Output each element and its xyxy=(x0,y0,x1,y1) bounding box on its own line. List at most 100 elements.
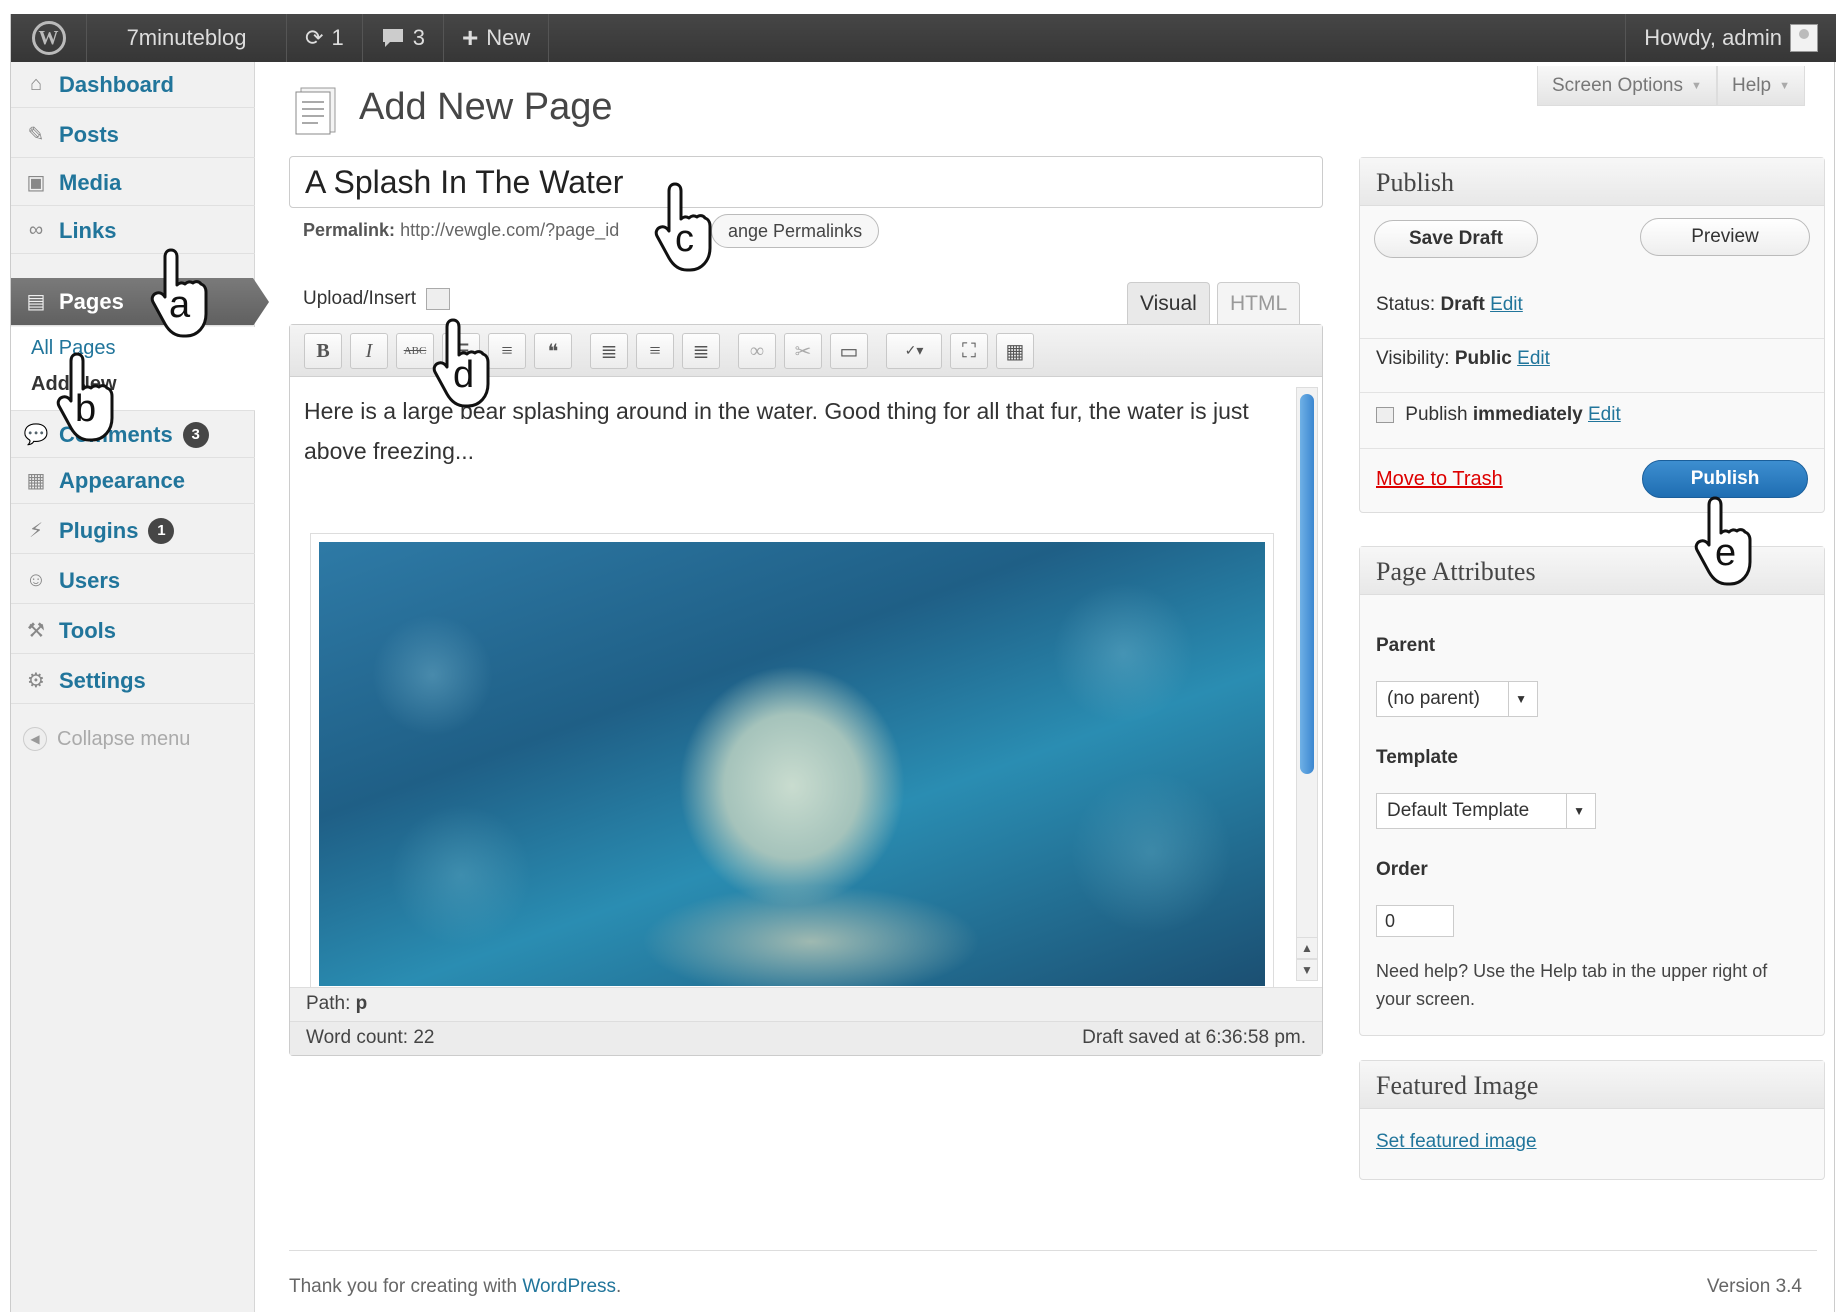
sidebar-item-label: Links xyxy=(59,217,117,243)
updates-menu[interactable]: ⟳ 1 xyxy=(287,14,363,62)
upload-insert[interactable]: Upload/Insert xyxy=(303,288,451,310)
insert-more-button[interactable]: ▭ xyxy=(830,333,868,369)
scroll-down-arrow-icon[interactable]: ▼ xyxy=(1296,959,1318,981)
sidebar-item-settings[interactable]: ⚙ Settings xyxy=(11,658,255,704)
editor-scrollbar[interactable] xyxy=(1296,387,1318,963)
align-right-button[interactable]: ≣ xyxy=(682,333,720,369)
site-name-menu[interactable]: 7minuteblog xyxy=(87,14,287,62)
spellcheck-icon: ✓▾ xyxy=(904,343,924,359)
page-document-icon xyxy=(295,87,336,135)
permalink-row: Permalink: http://vewgle.com/?page_id xyxy=(303,220,619,241)
schedule-row: Publish immediately Edit xyxy=(1376,404,1621,426)
footer-suffix: . xyxy=(616,1276,622,1297)
avatar xyxy=(1790,24,1818,52)
sidebar-item-pages[interactable]: ▤ Pages xyxy=(11,278,269,326)
change-permalinks-button[interactable]: ange Permalinks xyxy=(711,214,880,248)
collapse-menu[interactable]: ◀ Collapse menu xyxy=(23,727,190,751)
callout-label: c xyxy=(675,218,694,260)
parent-select[interactable]: (no parent) ▼ xyxy=(1376,681,1538,717)
sidebar-item-appearance[interactable]: ▦ Appearance xyxy=(11,458,255,504)
template-select[interactable]: Default Template ▼ xyxy=(1376,793,1596,829)
tab-html[interactable]: HTML xyxy=(1217,282,1301,324)
callout-label: b xyxy=(75,388,97,430)
screen-options-label: Screen Options xyxy=(1552,74,1683,96)
insert-link-button[interactable]: ∞ xyxy=(738,333,776,369)
permalink-label: Permalink: xyxy=(303,220,396,240)
unlink-button[interactable]: ✂ xyxy=(784,333,822,369)
bold-button[interactable]: B xyxy=(304,333,342,369)
schedule-edit-link[interactable]: Edit xyxy=(1588,404,1621,425)
parent-select-value: (no parent) xyxy=(1387,688,1480,709)
order-label: Order xyxy=(1376,859,1428,880)
set-featured-image-link[interactable]: Set featured image xyxy=(1376,1131,1537,1153)
fullscreen-icon: ⛶ xyxy=(962,339,976,362)
word-count: Word count: 22 xyxy=(306,1027,435,1048)
sidebar-item-label: Media xyxy=(59,169,122,195)
spellcheck-button[interactable]: ✓▾ xyxy=(886,333,942,369)
sidebar-item-label: Dashboard xyxy=(59,71,174,97)
sidebar-item-users[interactable]: ☺ Users xyxy=(11,558,255,604)
scroll-up-arrow-icon[interactable]: ▲ xyxy=(1296,937,1318,959)
publish-value: immediately xyxy=(1472,404,1583,425)
sidebar-item-tools[interactable]: ⚒ Tools xyxy=(11,608,255,654)
scrollbar-thumb[interactable] xyxy=(1300,394,1314,774)
preview-button[interactable]: Preview xyxy=(1640,218,1810,256)
sidebar-item-comments[interactable]: 💬 Comments 3 xyxy=(11,412,255,458)
pin-icon: ✎ xyxy=(27,124,45,146)
comments-menu[interactable]: 3 xyxy=(363,14,444,62)
fullscreen-button[interactable]: ⛶ xyxy=(950,333,988,369)
new-content-menu[interactable]: + New xyxy=(444,14,550,62)
sidebar-item-label: Posts xyxy=(59,121,119,147)
move-to-trash-link[interactable]: Move to Trash xyxy=(1376,468,1503,491)
sidebar-item-dashboard[interactable]: ⌂ Dashboard xyxy=(11,62,255,108)
callout-label: e xyxy=(1715,532,1737,574)
align-right-icon: ≣ xyxy=(692,340,710,363)
divider xyxy=(1360,338,1824,339)
align-center-button[interactable]: ≡ xyxy=(636,333,674,369)
triangle-down-icon: ▼ xyxy=(1779,79,1790,92)
plugin-icon: ⚡ xyxy=(28,520,44,542)
permalink-url[interactable]: http://vewgle.com/?page_id xyxy=(400,220,619,240)
screen-options-button[interactable]: Screen Options ▼ xyxy=(1537,66,1717,106)
account-menu[interactable]: Howdy, admin xyxy=(1625,14,1836,62)
status-edit-link[interactable]: Edit xyxy=(1490,294,1523,315)
sidebar-item-label: Users xyxy=(59,567,121,593)
tab-visual[interactable]: Visual xyxy=(1127,282,1210,324)
sidebar-item-label: Appearance xyxy=(59,467,185,493)
howdy-text: Howdy, admin xyxy=(1644,25,1782,50)
calendar-icon xyxy=(1376,406,1394,423)
wp-logo-menu[interactable]: W xyxy=(11,14,87,62)
order-input[interactable]: 0 xyxy=(1376,905,1454,937)
appearance-icon: ▦ xyxy=(26,470,46,492)
visibility-edit-link[interactable]: Edit xyxy=(1517,348,1550,369)
help-button[interactable]: Help ▼ xyxy=(1717,66,1805,106)
plus-icon: + xyxy=(461,22,479,53)
footer-version: Version 3.4 xyxy=(1706,1276,1802,1297)
settings-icon: ⚙ xyxy=(27,670,45,692)
users-icon: ☺ xyxy=(25,569,47,591)
add-media-icon[interactable] xyxy=(426,288,451,310)
help-label: Help xyxy=(1732,74,1772,96)
align-center-icon: ≡ xyxy=(649,339,661,362)
blockquote-button[interactable]: ❝ xyxy=(534,333,572,369)
page-attributes-help: Need help? Use the Help tab in the upper… xyxy=(1376,961,1768,1009)
italic-button[interactable]: I xyxy=(350,333,388,369)
callout-label: d xyxy=(453,354,475,396)
wp-admin-window: W 7minuteblog ⟳ 1 3 + New Howdy, admin ⌂… xyxy=(10,14,1836,1312)
wordpress-link[interactable]: WordPress xyxy=(522,1276,616,1297)
comments-badge: 3 xyxy=(182,421,209,448)
dropdown-arrow-icon: ▼ xyxy=(1508,682,1527,716)
save-draft-button[interactable]: Save Draft xyxy=(1374,220,1538,258)
template-select-value: Default Template xyxy=(1387,800,1530,821)
sidebar-item-label: Settings xyxy=(59,667,146,693)
post-title-input[interactable] xyxy=(289,156,1323,208)
sidebar-item-plugins[interactable]: ⚡ Plugins 1 xyxy=(11,508,255,554)
footer-divider xyxy=(289,1250,1817,1251)
pages-icon: ▤ xyxy=(26,291,46,313)
embedded-image-frame[interactable] xyxy=(310,533,1274,993)
align-left-button[interactable]: ≣ xyxy=(590,333,628,369)
align-left-icon: ≣ xyxy=(600,340,618,363)
sidebar-item-media[interactable]: ▣ Media xyxy=(11,160,255,206)
kitchen-sink-button[interactable]: ▦ xyxy=(996,333,1034,369)
sidebar-item-posts[interactable]: ✎ Posts xyxy=(11,112,255,158)
